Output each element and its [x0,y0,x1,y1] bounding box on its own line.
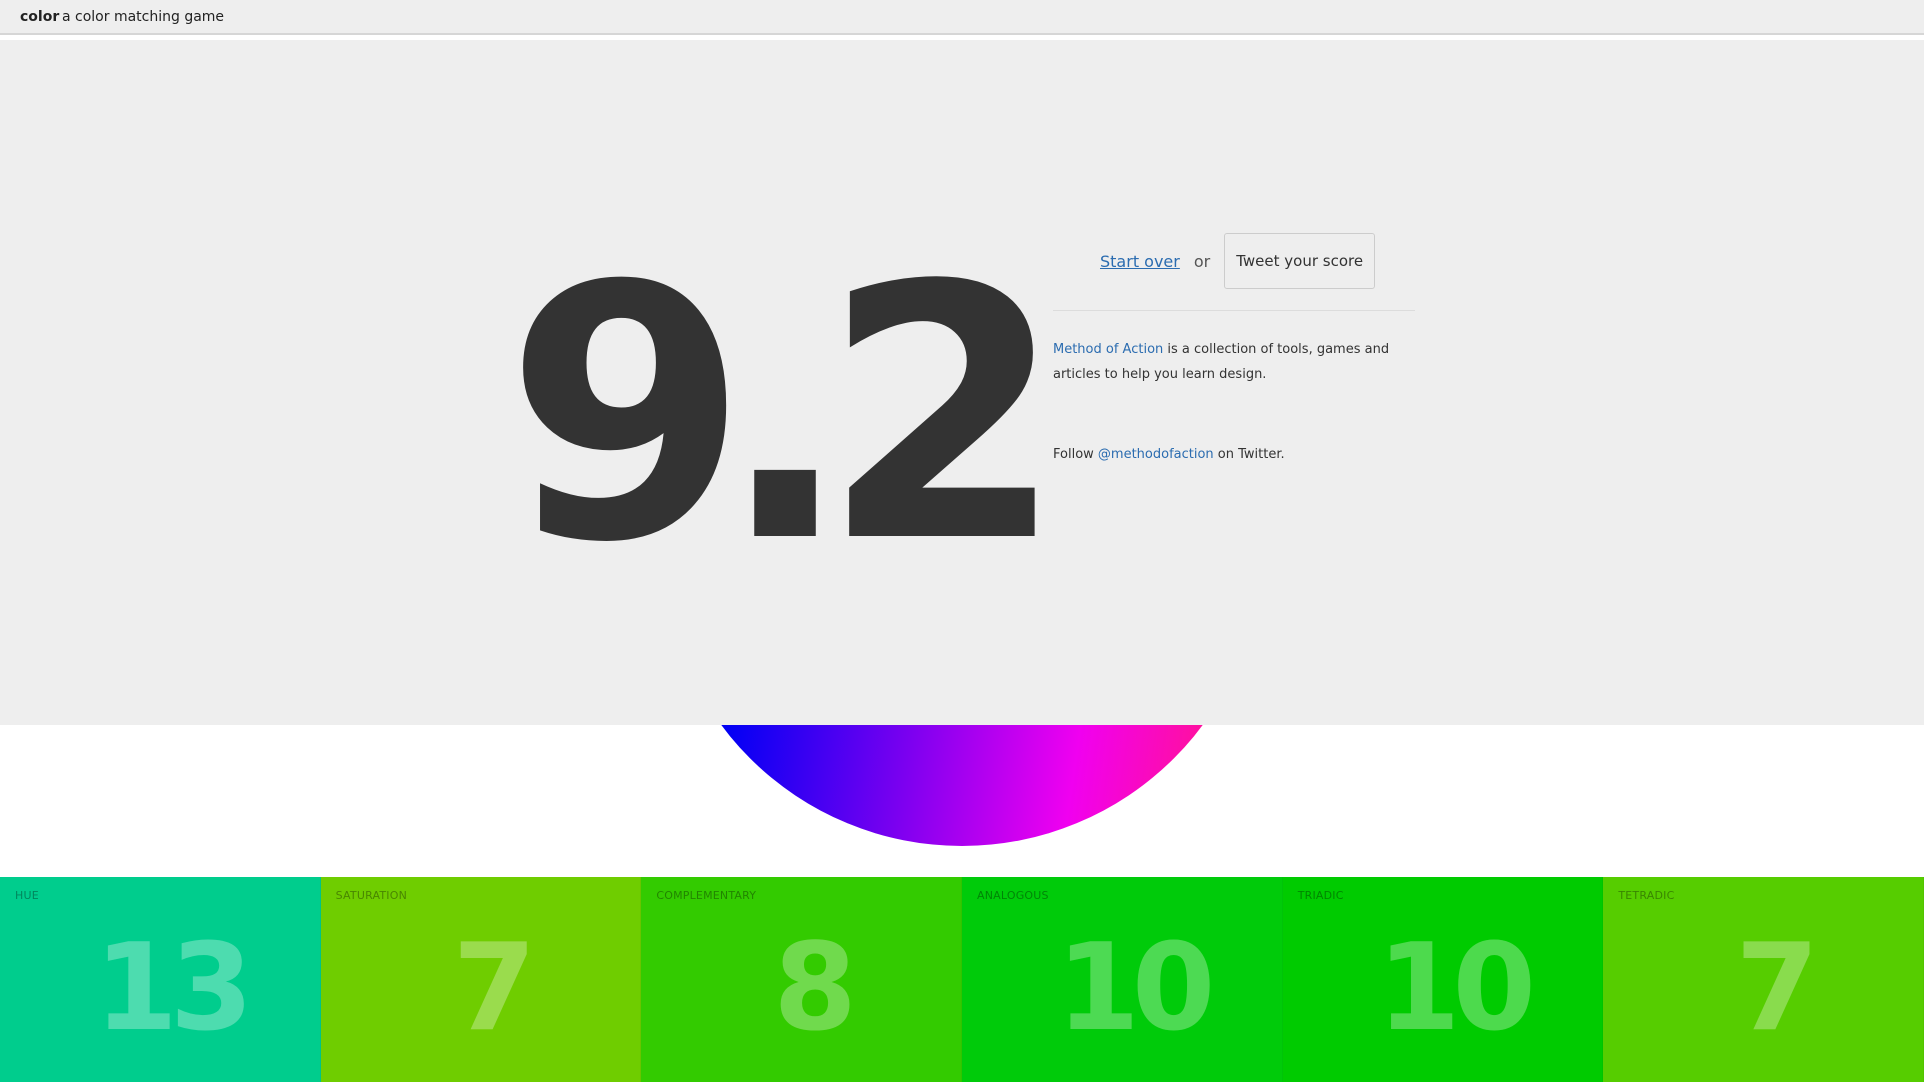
tile-score: 10 [1377,919,1536,1058]
tile-score: 7 [452,919,536,1058]
tile-analogous: ANALOGOUS 10 [962,877,1283,1082]
twitter-handle-link[interactable]: @methodofaction [1098,447,1214,462]
tile-triadic: TRIADIC 10 [1282,877,1604,1082]
start-over-link[interactable]: Start over [1100,252,1180,271]
follow-prefix: Follow [1053,447,1098,462]
tile-label: ANALOGOUS [977,889,1049,902]
tile-label: HUE [15,889,39,902]
tile-label: COMPLEMENTARY [656,889,757,902]
tile-label: SATURATION [335,889,408,902]
tile-label: TRIADIC [1297,889,1344,902]
method-of-action-link[interactable]: Method of Action [1053,342,1163,357]
tile-complementary: COMPLEMENTARY 8 [641,877,963,1082]
tile-score: 8 [773,919,856,1058]
result-actions: Start over or Tweet your score [1100,233,1376,289]
tile-score: 13 [94,919,253,1058]
tile-score: 10 [1056,919,1215,1058]
tweet-score-button[interactable]: Tweet your score [1224,233,1376,289]
final-score: 9.2 [505,211,1065,619]
follow-suffix: on Twitter. [1213,447,1285,462]
tile-saturation: SATURATION 7 [320,877,642,1082]
tile-tetradic: TETRADIC 7 [1603,877,1924,1082]
tile-label: TETRADIC [1618,889,1675,902]
tile-score: 7 [1735,919,1818,1058]
tile-hue: HUE 13 [0,877,321,1082]
divider [1053,310,1415,311]
page: color a color matching game 9.2 Start ov… [0,0,1924,1082]
or-separator: or [1193,251,1211,271]
follow-text: Follow @methodofaction on Twitter. [1053,442,1423,467]
result-panel: 9.2 Start over or Tweet your score Metho… [0,40,1924,725]
category-scores: HUE 13 SATURATION 7 COMPLEMENTARY 8 ANAL… [0,877,1924,1082]
about-text: Method of Action is a collection of tool… [1053,337,1423,387]
